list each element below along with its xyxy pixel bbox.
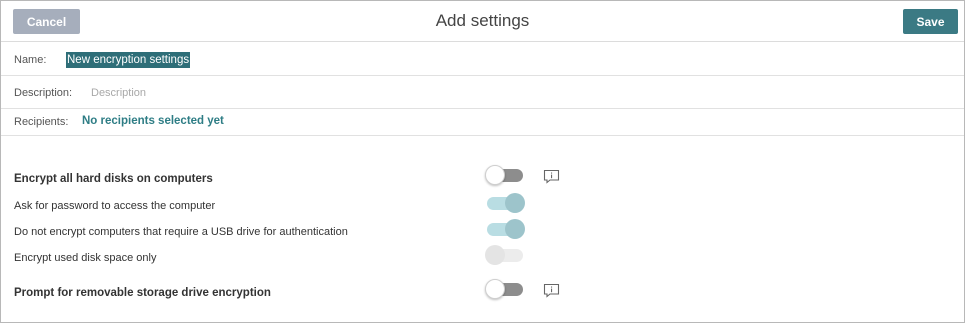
description-label: Description: — [14, 87, 73, 99]
info-message-icon[interactable] — [543, 169, 560, 184]
name-field[interactable]: New encryption settings — [66, 52, 191, 68]
description-field[interactable] — [91, 84, 491, 102]
setting-ask-password-label: Ask for password to access the computer — [14, 200, 216, 212]
toggle-knob — [505, 219, 525, 239]
toggle-knob — [485, 245, 505, 265]
usb-auth-exclusion-toggle[interactable] — [485, 219, 525, 239]
setting-usb-auth-label: Do not encrypt computers that require a … — [14, 226, 348, 238]
dialog-header: Cancel Add settings Save — [1, 1, 964, 42]
used-space-only-toggle[interactable] — [485, 245, 525, 265]
name-row: Name: New encryption settings — [1, 43, 964, 76]
recipients-link[interactable]: No recipients selected yet — [82, 115, 224, 127]
save-button[interactable]: Save — [903, 9, 958, 34]
encrypt-all-disks-toggle[interactable] — [485, 165, 525, 185]
setting-removable-storage-label: Prompt for removable storage drive encry… — [14, 287, 271, 299]
name-label: Name: — [14, 54, 47, 66]
toggle-knob — [485, 165, 505, 185]
dialog-window: Cancel Add settings Save Name: New encry… — [0, 0, 965, 323]
page-title: Add settings — [435, 11, 530, 30]
recipients-row: Recipients: No recipients selected yet — [1, 109, 964, 136]
toggle-knob — [485, 279, 505, 299]
setting-used-space-only-label: Encrypt used disk space only — [14, 252, 157, 264]
setting-encrypt-all-disks-label: Encrypt all hard disks on computers — [14, 173, 213, 185]
recipients-label: Recipients: — [14, 116, 69, 128]
info-message-icon[interactable] — [543, 283, 560, 298]
description-row: Description: — [1, 76, 964, 109]
ask-password-toggle[interactable] — [485, 193, 525, 213]
toggle-knob — [505, 193, 525, 213]
removable-storage-toggle[interactable] — [485, 279, 525, 299]
